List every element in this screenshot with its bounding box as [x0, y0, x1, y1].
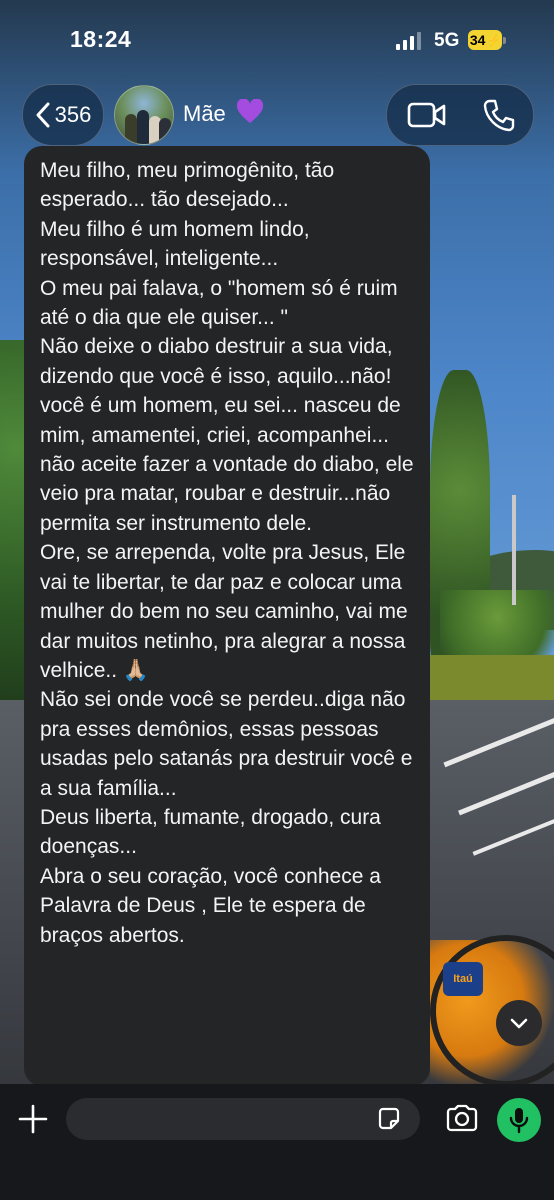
sticker-button[interactable] — [376, 1106, 402, 1132]
sticker-icon — [378, 1107, 400, 1130]
call-actions — [386, 84, 534, 146]
battery-icon: 34 ⚡ — [468, 30, 502, 50]
message-text: Meu filho, meu primogênito, tão esperado… — [40, 159, 414, 947]
attach-button[interactable] — [16, 1102, 50, 1136]
voice-message-button[interactable] — [497, 1098, 541, 1142]
message-input[interactable] — [66, 1098, 420, 1140]
contact-avatar[interactable] — [114, 85, 174, 145]
video-camera-icon — [407, 102, 446, 128]
voice-call-button[interactable] — [483, 98, 515, 132]
chevron-left-icon — [36, 102, 50, 128]
network-type: 5G — [434, 30, 460, 51]
battery-tip — [503, 37, 506, 44]
itau-logo-text: Itaú — [453, 973, 473, 985]
camera-button[interactable] — [445, 1104, 479, 1132]
itau-logo: Itaú — [443, 962, 483, 996]
cellular-signal-icon — [396, 32, 421, 50]
status-time: 18:24 — [70, 26, 132, 52]
message-input-bar — [0, 1084, 554, 1200]
message-bubble[interactable]: Meu filho, meu primogênito, tão esperado… — [24, 146, 430, 1086]
contact-name[interactable]: Mãe — [183, 101, 226, 127]
video-call-button[interactable] — [407, 99, 447, 131]
microphone-icon — [509, 1108, 529, 1134]
status-bar: 18:24 5G 34 ⚡ — [0, 0, 554, 80]
scroll-to-bottom-button[interactable] — [496, 1000, 542, 1046]
chevron-down-icon — [510, 1018, 528, 1029]
unread-chats-count: 356 — [54, 102, 92, 127]
plus-icon — [18, 1104, 48, 1134]
camera-icon — [446, 1104, 478, 1132]
back-button[interactable]: 356 — [22, 84, 104, 146]
purple-heart-icon — [236, 98, 264, 130]
battery-level: 34 — [469, 32, 486, 48]
phone-icon — [483, 99, 515, 132]
